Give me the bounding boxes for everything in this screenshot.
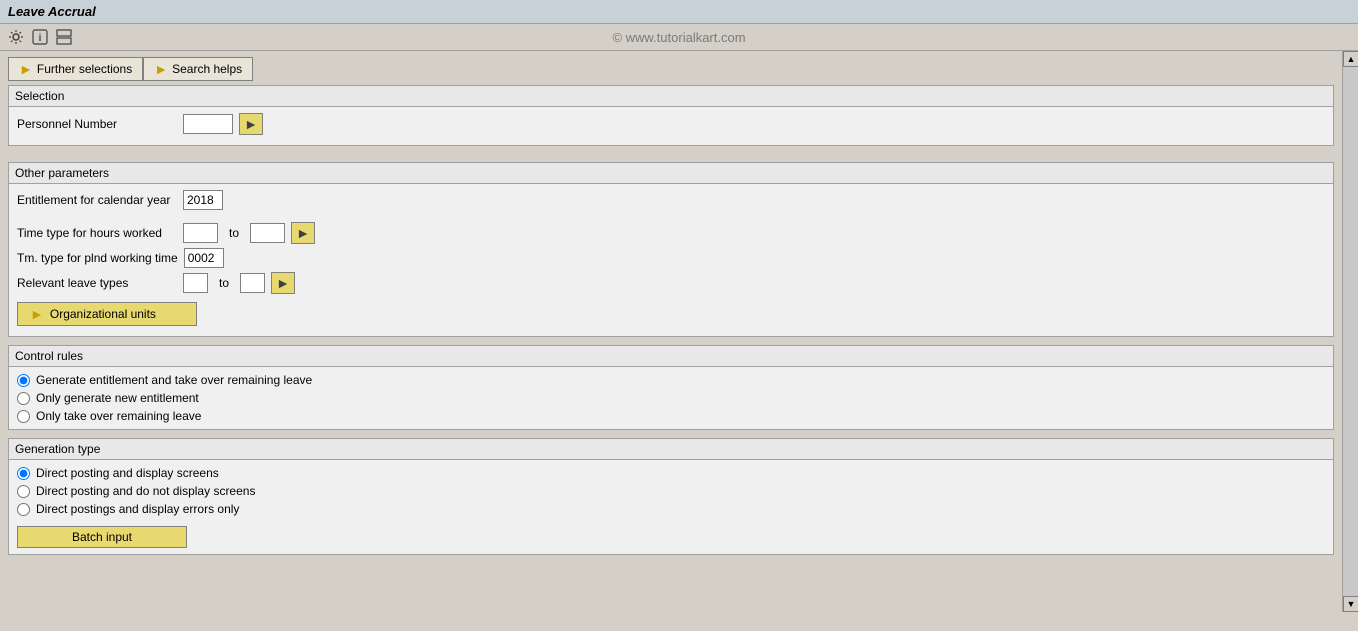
control-rule-radio-2[interactable] [17, 410, 30, 423]
tm-type-plnd-row: Tm. type for plnd working time [17, 248, 1325, 268]
selection-section-title: Selection [9, 86, 1333, 107]
calendar-year-label: Entitlement for calendar year [17, 193, 177, 207]
gen-type-label-2: Direct postings and display errors only [36, 502, 239, 516]
watermark: © www.tutorialkart.com [612, 30, 745, 45]
info-icon[interactable]: i [30, 27, 50, 47]
other-params-title: Other parameters [9, 163, 1333, 184]
control-rule-radio-1[interactable] [17, 392, 30, 405]
calendar-year-row: Entitlement for calendar year [17, 190, 1325, 210]
control-rule-radio-0[interactable] [17, 374, 30, 387]
personnel-number-input[interactable] [183, 114, 233, 134]
layout-icon[interactable] [54, 27, 74, 47]
scroll-down-btn[interactable]: ▼ [1343, 596, 1358, 612]
relevant-leave-select-btn[interactable]: ► [271, 272, 295, 294]
control-rule-label-0: Generate entitlement and take over remai… [36, 373, 312, 387]
content-area: ► Further selections ► Search helps Sele… [0, 51, 1342, 612]
tm-type-plnd-label: Tm. type for plnd working time [17, 251, 178, 265]
generation-type-body: Direct posting and display screens Direc… [9, 460, 1333, 554]
personnel-number-label: Personnel Number [17, 117, 177, 131]
time-type-hours-to-input[interactable] [250, 223, 285, 243]
scrollbar: ▲ ▼ [1342, 51, 1358, 612]
tab-label-search-helps: Search helps [172, 62, 242, 76]
other-params-body: Entitlement for calendar year Time type … [9, 184, 1333, 336]
calendar-year-input[interactable] [183, 190, 223, 210]
control-rule-label-1: Only generate new entitlement [36, 391, 199, 405]
org-units-button[interactable]: ► Organizational units [17, 302, 197, 326]
toolbar: i © www.tutorialkart.com [0, 24, 1358, 51]
page-title: Leave Accrual [8, 4, 96, 19]
control-rules-title: Control rules [9, 346, 1333, 367]
control-rule-option-2[interactable]: Only take over remaining leave [17, 409, 1325, 423]
time-type-hours-label: Time type for hours worked [17, 226, 177, 240]
scroll-up-btn[interactable]: ▲ [1343, 51, 1358, 67]
relevant-leave-to-label: to [214, 276, 234, 290]
gen-type-option-2[interactable]: Direct postings and display errors only [17, 502, 1325, 516]
settings-icon[interactable] [6, 27, 26, 47]
control-rules-body: Generate entitlement and take over remai… [9, 367, 1333, 429]
time-type-hours-row: Time type for hours worked to ► [17, 222, 1325, 244]
control-rule-label-2: Only take over remaining leave [36, 409, 201, 423]
batch-input-label: Batch input [72, 530, 132, 544]
svg-text:i: i [39, 33, 42, 44]
gen-type-label-1: Direct posting and do not display screen… [36, 484, 255, 498]
control-rules-section: Control rules Generate entitlement and t… [8, 345, 1334, 430]
gen-type-radio-2[interactable] [17, 503, 30, 516]
personnel-number-select-btn[interactable]: ► [239, 113, 263, 135]
relevant-leave-from-input[interactable] [183, 273, 208, 293]
generation-type-section: Generation type Direct posting and displ… [8, 438, 1334, 555]
gen-type-radio-0[interactable] [17, 467, 30, 480]
selection-section-body: Personnel Number ► [9, 107, 1333, 145]
tab-arrow-icon-2: ► [154, 61, 168, 77]
relevant-leave-label: Relevant leave types [17, 276, 177, 290]
personnel-number-row: Personnel Number ► [17, 113, 1325, 135]
org-units-label: Organizational units [50, 307, 156, 321]
gen-type-option-1[interactable]: Direct posting and do not display screen… [17, 484, 1325, 498]
batch-input-button[interactable]: Batch input [17, 526, 187, 548]
tab-search-helps[interactable]: ► Search helps [143, 57, 253, 81]
gen-type-label-0: Direct posting and display screens [36, 466, 219, 480]
control-rule-option-0[interactable]: Generate entitlement and take over remai… [17, 373, 1325, 387]
relevant-leave-row: Relevant leave types to ► [17, 272, 1325, 294]
tm-type-plnd-input[interactable] [184, 248, 224, 268]
tab-label-further-selections: Further selections [37, 62, 132, 76]
time-type-hours-select-btn[interactable]: ► [291, 222, 315, 244]
control-rule-option-1[interactable]: Only generate new entitlement [17, 391, 1325, 405]
tab-arrow-icon: ► [19, 61, 33, 77]
time-type-hours-to-label: to [224, 226, 244, 240]
tab-further-selections[interactable]: ► Further selections [8, 57, 143, 81]
selection-section: Selection Personnel Number ► [8, 85, 1334, 146]
other-params-section: Other parameters Entitlement for calenda… [8, 162, 1334, 337]
relevant-leave-to-input[interactable] [240, 273, 265, 293]
time-type-hours-from-input[interactable] [183, 223, 218, 243]
org-units-arrow-icon: ► [30, 306, 44, 322]
gen-type-option-0[interactable]: Direct posting and display screens [17, 466, 1325, 480]
title-bar: Leave Accrual [0, 0, 1358, 24]
gen-type-radio-1[interactable] [17, 485, 30, 498]
scroll-track[interactable] [1343, 67, 1358, 596]
generation-type-title: Generation type [9, 439, 1333, 460]
tab-bar: ► Further selections ► Search helps [8, 57, 1334, 81]
